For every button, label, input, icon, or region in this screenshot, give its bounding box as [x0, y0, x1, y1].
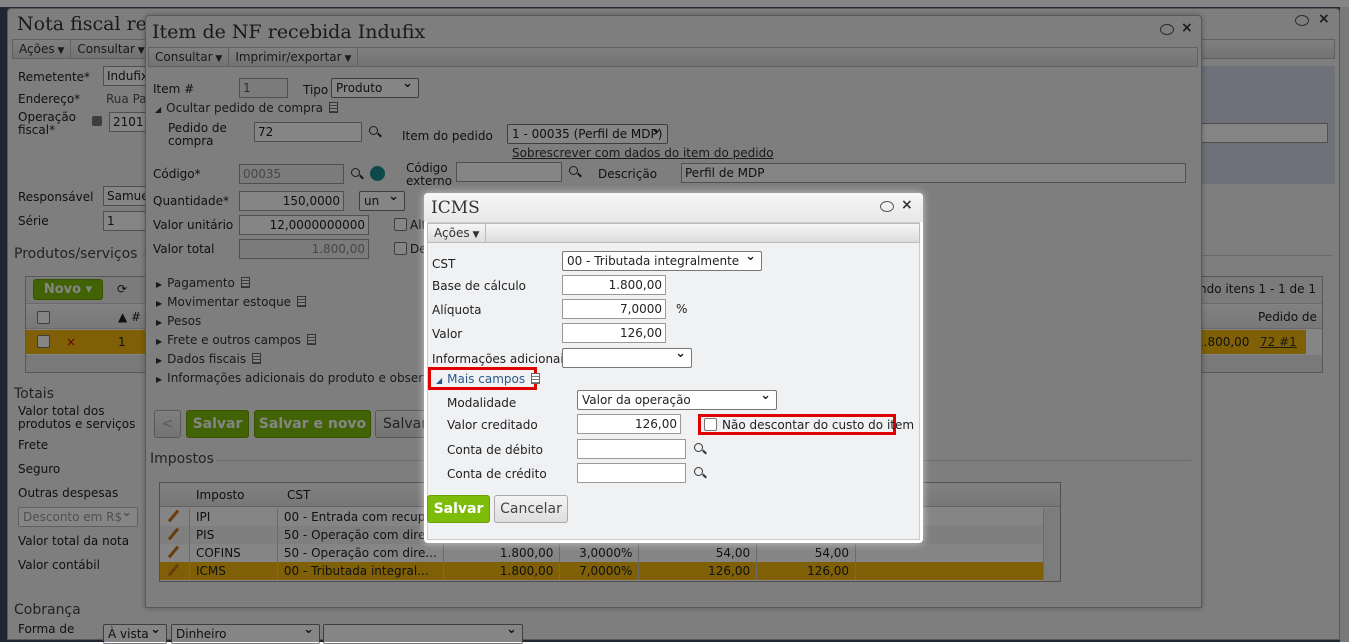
mais-campos-toggle[interactable]: ◢ Mais campos [436, 372, 541, 386]
modalidade-select[interactable]: Valor da operação [577, 390, 777, 410]
modalidade-label: Modalidade [447, 396, 517, 410]
doc-icon [531, 373, 541, 384]
search-icon[interactable] [694, 443, 707, 456]
dialog-title: ICMS [431, 198, 480, 218]
base-calculo-input[interactable]: 1.800,00 [562, 275, 666, 295]
valor-input[interactable]: 126,00 [562, 323, 666, 343]
aliquota-input[interactable]: 7,0000 [562, 299, 666, 319]
valor-label: Valor [432, 327, 463, 341]
conta-debito-input[interactable] [577, 439, 686, 459]
cst-select[interactable]: 00 - Tributada integralmente [562, 251, 762, 271]
aliquota-label: Alíquota [432, 303, 482, 317]
conta-credito-input[interactable] [577, 463, 686, 483]
dialog-titlebar [424, 193, 923, 222]
search-icon[interactable] [694, 467, 707, 480]
icms-dialog: ICMS × Ações CST 00 - Tributada integral… [424, 193, 923, 543]
salvar-button[interactable]: Salvar [427, 495, 490, 523]
cst-label: CST [432, 257, 456, 271]
base-calculo-label: Base de cálculo [432, 279, 527, 293]
info-adicionais-select[interactable] [562, 348, 692, 368]
dialog-toolbar: Ações [427, 223, 920, 243]
conta-credito-label: Conta de crédito [447, 467, 547, 481]
nao-descontar-label: Não descontar do custo do item [722, 418, 915, 432]
nao-descontar-checkbox[interactable] [704, 418, 717, 431]
valor-creditado-label: Valor creditado [447, 418, 538, 432]
acoes-menu[interactable]: Ações [428, 224, 487, 242]
valor-creditado-input[interactable]: 126,00 [577, 414, 681, 434]
cancelar-button[interactable]: Cancelar [494, 495, 568, 523]
close-icon[interactable]: × [901, 197, 913, 213]
comment-icon[interactable] [880, 201, 894, 212]
conta-debito-label: Conta de débito [447, 443, 544, 457]
info-adicionais-label: Informações adicionais [432, 352, 570, 366]
percent-sign: % [676, 302, 688, 316]
